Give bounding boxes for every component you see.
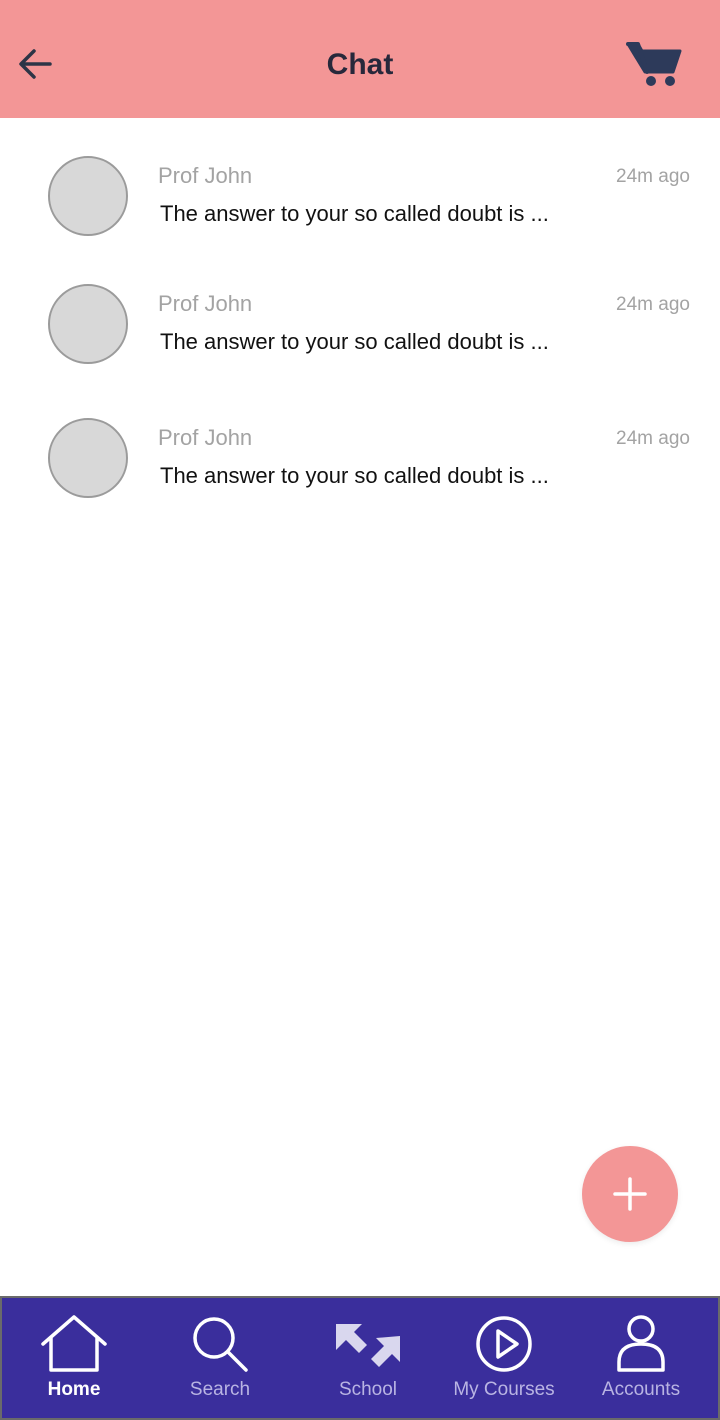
chat-sender: Prof John: [158, 291, 253, 316]
new-chat-button[interactable]: [582, 1146, 678, 1242]
chat-list-item[interactable]: Prof John 24m ago The answer to your so …: [0, 418, 720, 528]
chat-time: 24m ago: [616, 166, 690, 187]
nav-label: Home: [47, 1379, 101, 1400]
cart-icon: [626, 42, 682, 86]
nav-label: Search: [189, 1379, 251, 1400]
avatar: [48, 418, 128, 498]
user-icon: [617, 1315, 665, 1372]
play-circle-icon: [476, 1316, 532, 1372]
bottom-nav: Home Search School My Courses Accounts: [0, 1296, 720, 1420]
home-icon: [41, 1315, 107, 1372]
nav-item-home[interactable]: Home: [4, 1298, 144, 1418]
page-title: Chat: [326, 48, 394, 81]
nav-item-accounts[interactable]: Accounts: [571, 1298, 711, 1418]
nav-label: School: [338, 1379, 398, 1400]
avatar: [48, 156, 128, 236]
chat-list-item[interactable]: Prof John 24m ago The answer to your so …: [0, 156, 720, 266]
school-icon: [336, 1324, 400, 1367]
cart-button[interactable]: [622, 38, 686, 90]
chat-time: 24m ago: [616, 428, 690, 449]
chat-preview: The answer to your so called doubt is ..…: [160, 201, 549, 226]
chat-preview: The answer to your so called doubt is ..…: [160, 329, 549, 354]
nav-item-search[interactable]: Search: [150, 1298, 290, 1418]
app-header: Chat: [0, 0, 720, 118]
chat-time: 24m ago: [616, 294, 690, 315]
nav-item-my-courses[interactable]: My Courses: [434, 1298, 574, 1418]
chat-list-item[interactable]: Prof John 24m ago The answer to your so …: [0, 284, 720, 394]
nav-item-school[interactable]: School: [298, 1298, 438, 1418]
nav-label: Accounts: [601, 1379, 681, 1400]
chat-sender: Prof John: [158, 425, 253, 450]
chat-preview: The answer to your so called doubt is ..…: [160, 463, 549, 488]
avatar: [48, 284, 128, 364]
chat-sender: Prof John: [158, 163, 253, 188]
search-icon: [193, 1317, 248, 1372]
nav-label: My Courses: [453, 1379, 555, 1400]
plus-icon: [613, 1177, 647, 1211]
